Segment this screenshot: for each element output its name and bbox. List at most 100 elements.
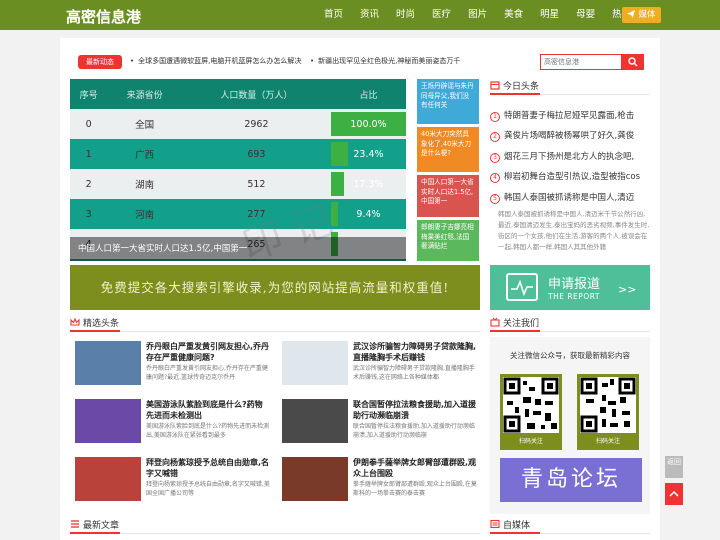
article-desc: 武汉诊所骗智力障碍男子贷款隆胸,直播隆胸手术后赚钱,这在网络上各种媒体都 <box>353 365 475 381</box>
section-title-text: 关注我们 <box>503 319 540 329</box>
article-card[interactable]: 拜登向杨紫琼授予总统自由勋章,名字又喊错 拜登向杨紫琼授予总统自由勋章,名字又喊… <box>75 457 270 507</box>
nav-stars[interactable]: 明星 <box>534 0 565 30</box>
article-title[interactable]: 联合国暂停拉法粮食援助,加入道援助行动濒临崩溃 <box>353 399 477 421</box>
media-button[interactable]: 媒体 <box>622 7 661 23</box>
table-cell: 2 <box>70 169 108 199</box>
headline-item[interactable]: 3 烟花三月下扬州是北方人的执念吧, <box>490 150 650 163</box>
table-cell: 广西 <box>107 139 182 169</box>
qr-code-card[interactable]: 扫码关注 <box>577 374 639 450</box>
nav-food[interactable]: 美食 <box>498 0 529 30</box>
tile-article[interactable]: 40米大刀突然具象化了,40米大刀是什么梗? <box>417 127 479 172</box>
search-button[interactable] <box>622 54 644 70</box>
section-title-follow: 关注我们 <box>490 316 539 329</box>
table-row: 2 湖南 512 17.3% <box>70 169 406 199</box>
hero-image[interactable]: 序号 来源省份 人口数量（万人） 占比 0 全国 2962 100.0% 1 广西 693 2… <box>70 79 406 261</box>
article-card[interactable]: 伊朗拳手薩举牌女郎臂部遭群殴,观众上台围殴 拳手薩举牌女郎臂部遭群殴,观众上台围… <box>282 457 477 507</box>
section-title-text: 今日头条 <box>503 82 540 92</box>
follow-text: 关注微信公众号，获取最新精彩内容 <box>510 351 630 360</box>
article-thumbnail[interactable] <box>75 341 141 385</box>
divider <box>70 330 480 332</box>
table-header: 来源省份 <box>107 79 182 109</box>
nav-medical[interactable]: 医疗 <box>426 0 457 30</box>
divider <box>490 330 650 332</box>
article-card[interactable]: 乔丹眼白严重发黄引网友担心,乔丹存在严重健康问题? 乔丹眼白严重发黄引网友担心,… <box>75 341 270 391</box>
divider <box>490 93 650 95</box>
divider <box>70 532 480 534</box>
headline-item[interactable]: 4 柳岩初舞台造型引热议,造型被指cos <box>490 170 650 183</box>
article-title[interactable]: 伊朗拳手薩举牌女郎臂部遭群殴,观众上台围殴 <box>353 457 477 479</box>
table-cell: 3 <box>70 199 108 229</box>
double-arrow-icon: >> <box>618 283 637 296</box>
headline-item[interactable]: 1 特朗普妻子梅拉尼娅罕见露面,枪击 <box>490 109 650 122</box>
article-title[interactable]: 美国游泳队紫脸到底是什么?药物先进而未检测出 <box>146 399 270 421</box>
article-card[interactable]: 武汉诊所骗智力障碍男子贷款隆胸,直播隆胸手术后赚钱 武汉诊所骗智力障碍男子贷款隆… <box>282 341 477 391</box>
nav-baby[interactable]: 母婴 <box>570 0 601 30</box>
table-header: 占比 <box>330 79 406 109</box>
tile-article[interactable]: 王烁丹辟谣与朱丹同母异父,我们没有任何关 <box>417 79 479 124</box>
calendar-icon <box>490 81 500 90</box>
qr-label: 扫码关注 <box>518 438 543 445</box>
qr-label: 扫码关注 <box>595 438 620 445</box>
section-title-text: 自媒体 <box>503 521 531 531</box>
article-card[interactable]: 美国游泳队紫脸到底是什么?药物先进而未检测出 美国游泳队紫脸到底是什么?药物先进… <box>75 399 270 449</box>
table-header: 人口数量（万人） <box>181 79 331 109</box>
forum-banner[interactable]: 青岛论坛 <box>500 458 642 502</box>
qr-code-image <box>503 377 559 433</box>
tile-article[interactable]: 郎朗妻子吉娜亮相梅果美红毯,法国奢满贴烂 <box>417 220 479 261</box>
tv-icon <box>490 317 500 327</box>
section-title-today: 今日头条 <box>490 79 539 92</box>
article-desc: 美国游泳队紫脸到底是什么?药物先进而未检测出,美国游泳队在紧张看到最多 <box>146 423 270 439</box>
table-cell-percent: 23.4% <box>330 139 406 169</box>
table-cell: 湖南 <box>107 169 182 199</box>
article-thumbnail[interactable] <box>282 399 348 443</box>
article-card[interactable]: 联合国暂停拉法粮食援助,加入道援助行动濒临崩溃 联合国暂停拉法粮食援助,加入道援… <box>282 399 477 449</box>
article-thumbnail[interactable] <box>75 457 141 501</box>
table-cell: 1 <box>70 139 108 169</box>
main-nav: 首页 资讯 时尚 医疗 图片 美食 明星 母婴 热点 <box>318 0 642 30</box>
site-logo[interactable]: 高密信息港 <box>66 6 141 27</box>
section-title-featured: 精选头条 <box>70 316 119 329</box>
divider <box>490 532 650 534</box>
back-to-top-button[interactable] <box>665 483 683 505</box>
list-icon <box>71 520 79 528</box>
tile-text: 中国人口第一大省实时人口达1.5亿,中国第一 <box>421 178 474 205</box>
article-title[interactable]: 武汉诊所骗智力障碍男子贷款隆胸,直播隆胸手术后赚钱 <box>353 341 477 363</box>
float-label: 返回 <box>667 458 681 466</box>
section-title-self-media: 自媒体 <box>490 518 530 531</box>
percent-label: 23.4% <box>353 148 384 160</box>
submit-banner[interactable]: 免费提交各大搜索引擎收录,为您的网站提高流量和权重值! <box>70 265 480 310</box>
nav-pictures[interactable]: 图片 <box>462 0 493 30</box>
article-title[interactable]: 乔丹眼白严重发黄引网友担心,乔丹存在严重健康问题? <box>146 341 270 363</box>
table-cell: 全国 <box>107 109 182 139</box>
percent-label: 100.0% <box>350 118 387 130</box>
headline-item[interactable]: 5 韩国人泰国被抓诱称是中国人,清迈 <box>490 191 650 204</box>
ticker-item[interactable]: 全球多国遭遇微软蓝屏,电脑开机蓝屏怎么办怎么解决 <box>130 56 310 66</box>
headline-text: 特朗普妻子梅拉尼娅罕见露面,枪击 <box>504 111 635 121</box>
table-row: 0 全国 2962 100.0% <box>70 109 406 139</box>
percent-label: 17.3% <box>353 178 384 190</box>
section-title-text: 精选头条 <box>83 319 120 329</box>
table-cell: 0 <box>70 109 108 139</box>
article-title[interactable]: 拜登向杨紫琼授予总统自由勋章,名字又喊错 <box>146 457 270 479</box>
tile-article[interactable]: 中国人口第一大省实时人口达1.5亿,中国第一 <box>417 175 479 217</box>
hero-caption[interactable]: 中国人口第一大省实时人口达1.5亿,中国第一 <box>70 237 406 261</box>
headline-text: 烟花三月下扬州是北方人的执念吧, <box>504 152 635 162</box>
section-title-latest: 最新文章 <box>70 518 119 531</box>
article-desc: 拳手薩举牌女郎臂部遭群殴,观众上台围殴,在莫斯科的一场拳击赛的泰击赛 <box>353 481 477 497</box>
nav-fashion[interactable]: 时尚 <box>390 0 421 30</box>
article-thumbnail[interactable] <box>282 457 348 501</box>
qr-code-card[interactable]: 扫码关注 <box>500 374 562 450</box>
headline-item[interactable]: 2 龚俊片场喝醉被杨幂哄了好久,龚俊 <box>490 129 650 142</box>
report-banner[interactable]: 申请报道 THE REPORT >> <box>490 265 650 310</box>
table-cell: 693 <box>181 139 331 169</box>
article-thumbnail[interactable] <box>75 399 141 443</box>
article-desc: 拜登向杨紫琼授予总统自由勋章,名字又喊错,美国全国广播公司等 <box>146 481 270 497</box>
headline-text: 柳岩初舞台造型引热议,造型被指cos <box>504 172 641 182</box>
nav-home[interactable]: 首页 <box>318 0 349 30</box>
table-cell: 河南 <box>107 199 182 229</box>
nav-news[interactable]: 资讯 <box>354 0 385 30</box>
article-thumbnail[interactable] <box>282 341 348 385</box>
ticker-item[interactable]: 新疆出现罕见全红色极光,神秘而美丽姿态万千 <box>310 56 486 66</box>
search-input[interactable] <box>540 54 622 70</box>
float-back-button[interactable]: 返回 <box>665 456 683 478</box>
